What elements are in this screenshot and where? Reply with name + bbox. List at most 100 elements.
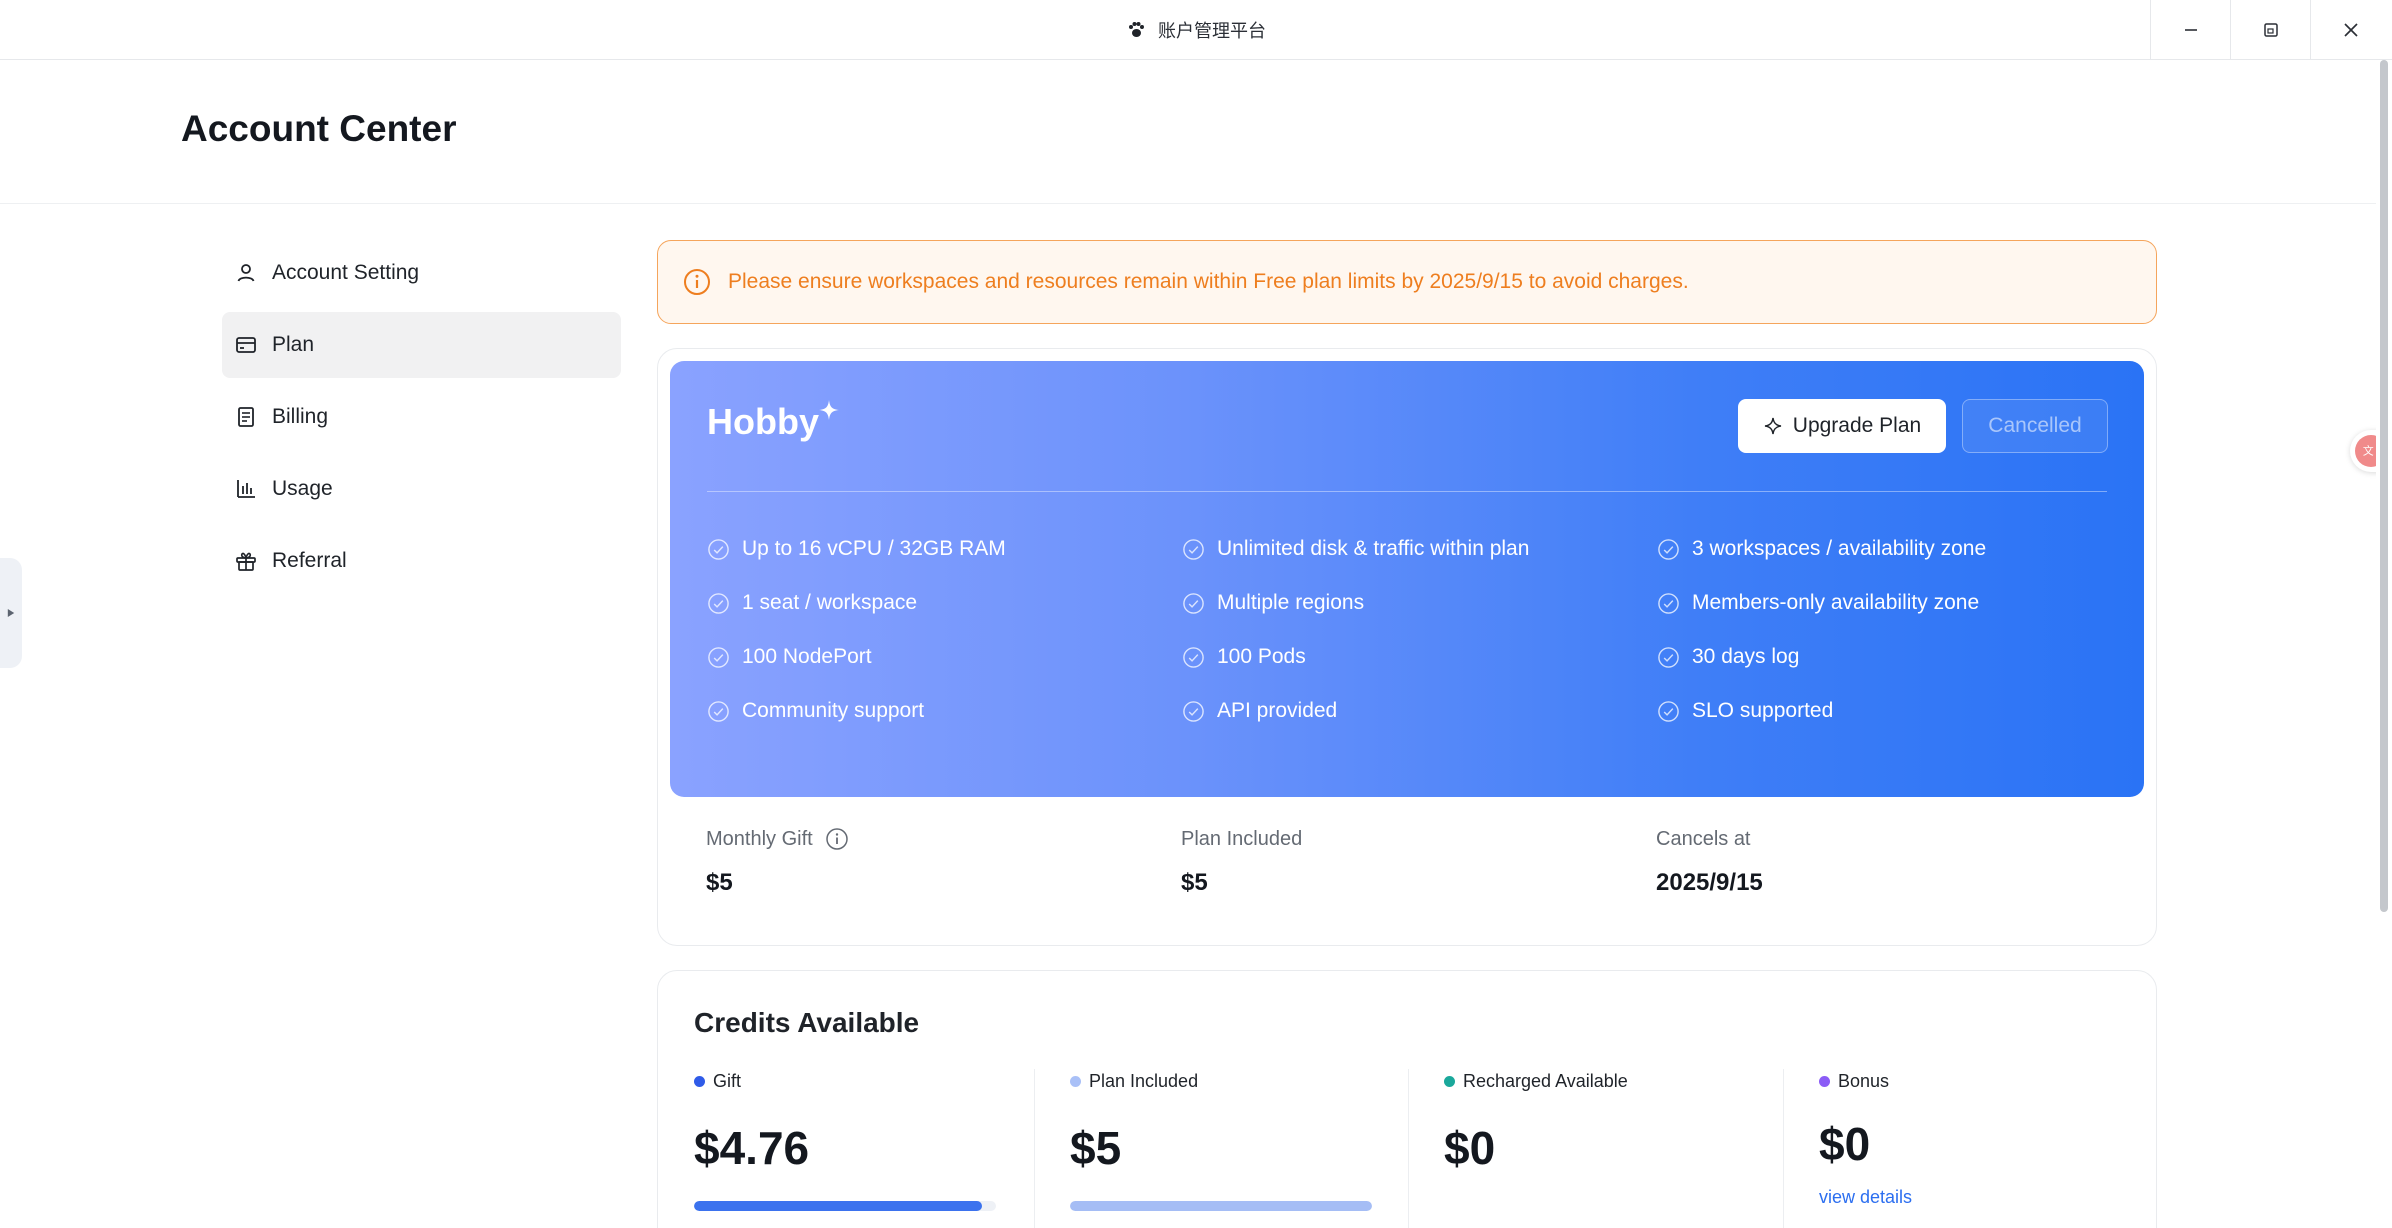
- sparkle-icon: [819, 400, 839, 420]
- feature-item: 3 workspaces / availability zone: [1657, 537, 2127, 561]
- plan-card: Hobby Upgrade Plan Cancelled Up to 16 vC…: [657, 348, 2157, 946]
- credit-plan-included: Plan Included $5: [1034, 1069, 1374, 1228]
- stat-label: Monthly Gift: [706, 827, 813, 850]
- minimize-icon: [2184, 29, 2197, 31]
- credit-bonus: Bonus $0 view details: [1783, 1069, 2123, 1228]
- feature-item: 30 days log: [1657, 645, 2127, 669]
- sidebar-item-label: Plan: [272, 333, 315, 356]
- sparkle-icon: [1764, 417, 1781, 435]
- info-icon[interactable]: [825, 827, 849, 851]
- stat-cancels-at: Cancels at 2025/9/15: [1656, 825, 2126, 897]
- legend-dot: [1444, 1075, 1455, 1087]
- svg-text:文: 文: [2363, 445, 2374, 458]
- paw-icon: [1126, 20, 1146, 40]
- credit-label: Recharged Available: [1463, 1070, 1628, 1091]
- sidebar-item-usage[interactable]: Usage: [222, 456, 621, 522]
- credit-label: Bonus: [1838, 1070, 1890, 1091]
- progress-bar: [694, 1201, 996, 1211]
- check-circle-icon: [708, 700, 729, 722]
- sidebar-item-account-setting[interactable]: Account Setting: [222, 240, 621, 306]
- upgrade-plan-button[interactable]: Upgrade Plan: [1738, 399, 1946, 453]
- sidebar-item-label: Usage: [272, 477, 333, 500]
- check-circle-icon: [1658, 646, 1679, 668]
- close-button[interactable]: [2310, 0, 2390, 60]
- progress-fill: [1070, 1201, 1372, 1211]
- sidebar-item-label: Account Setting: [272, 261, 420, 284]
- stat-label: Cancels at: [1656, 827, 1751, 850]
- feature-item: API provided: [1182, 699, 1657, 723]
- plan-features: Up to 16 vCPU / 32GB RAM Unlimited disk …: [707, 537, 2127, 723]
- credits-title: Credits Available: [694, 1007, 920, 1038]
- cancelled-button[interactable]: Cancelled: [1962, 399, 2108, 453]
- feature-item: 100 Pods: [1182, 645, 1657, 669]
- credits-card: Credits Available Gift $4.76 Plan Includ…: [657, 970, 2157, 1228]
- page-title: Account Center: [181, 108, 457, 149]
- info-circle-icon: [684, 269, 710, 295]
- minimize-button[interactable]: [2150, 0, 2230, 60]
- credit-amount: $5: [1070, 1122, 1122, 1174]
- plan-hero: Hobby Upgrade Plan Cancelled Up to 16 vC…: [670, 361, 2144, 797]
- feature-item: Members-only availability zone: [1657, 591, 2127, 615]
- legend-dot: [1070, 1075, 1081, 1087]
- credit-amount: $4.76: [694, 1122, 810, 1174]
- view-details-link[interactable]: view details: [1819, 1187, 1912, 1208]
- check-circle-icon: [708, 538, 729, 560]
- check-circle-icon: [1183, 538, 1204, 560]
- credit-amount: $0: [1444, 1122, 1496, 1174]
- legend-dot: [1819, 1075, 1830, 1087]
- upgrade-plan-label: Upgrade Plan: [1792, 414, 1922, 437]
- progress-bar: [1070, 1201, 1372, 1211]
- feature-item: SLO supported: [1657, 699, 2127, 723]
- credit-recharged: Recharged Available $0: [1408, 1069, 1748, 1228]
- close-icon: [2343, 23, 2358, 37]
- stat-value: 2025/9/15: [1656, 869, 1763, 896]
- scrollbar-thumb[interactable]: [2380, 60, 2388, 912]
- sidebar-expand-handle[interactable]: [0, 558, 22, 668]
- divider: [707, 491, 2107, 492]
- credit-label: Gift: [713, 1070, 742, 1091]
- window-title-area: 账户管理平台: [0, 0, 2392, 60]
- credit-amount: $0: [1819, 1118, 1871, 1170]
- check-circle-icon: [1658, 592, 1679, 614]
- sidebar-item-plan[interactable]: Plan: [222, 312, 621, 378]
- title-bar: 账户管理平台: [0, 0, 2392, 60]
- receipt-icon: [238, 407, 254, 427]
- feature-item: 100 NodePort: [707, 645, 1182, 669]
- check-circle-icon: [1183, 700, 1204, 722]
- feature-item: 1 seat / workspace: [707, 591, 1182, 615]
- sidebar-item-label: Billing: [272, 405, 329, 428]
- credit-gift: Gift $4.76: [694, 1069, 1034, 1228]
- warning-text: Please ensure workspaces and resources r…: [728, 270, 1689, 293]
- caret-right-icon: [7, 609, 15, 617]
- stat-value: $5: [1181, 869, 1208, 896]
- sidebar-nav: Account Setting Plan Billing Usage Refer…: [222, 240, 621, 600]
- credit-label: Plan Included: [1089, 1070, 1199, 1091]
- check-circle-icon: [708, 592, 729, 614]
- plan-name: Hobby: [707, 401, 819, 442]
- plan-stats: Monthly Gift $5 Plan Included $5 Cancels…: [706, 825, 2146, 897]
- feature-item: Multiple regions: [1182, 591, 1657, 615]
- sidebar-item-billing[interactable]: Billing: [222, 384, 621, 450]
- check-circle-icon: [708, 646, 729, 668]
- legend-dot: [694, 1075, 705, 1087]
- check-circle-icon: [1658, 700, 1679, 722]
- plan-limit-warning: Please ensure workspaces and resources r…: [657, 240, 2157, 324]
- restore-button[interactable]: [2230, 0, 2310, 60]
- feature-item: Up to 16 vCPU / 32GB RAM: [707, 537, 1182, 561]
- stat-monthly-gift: Monthly Gift $5: [706, 825, 1181, 897]
- check-circle-icon: [1183, 592, 1204, 614]
- scrollbar[interactable]: [2376, 60, 2392, 1228]
- stat-plan-included: Plan Included $5: [1181, 825, 1656, 897]
- stat-label: Plan Included: [1181, 827, 1303, 850]
- feature-item: Unlimited disk & traffic within plan: [1182, 537, 1657, 561]
- check-circle-icon: [1183, 646, 1204, 668]
- gift-icon: [236, 552, 256, 571]
- sidebar-item-referral[interactable]: Referral: [222, 528, 621, 594]
- bar-chart-icon: [237, 480, 255, 498]
- feature-item: Community support: [707, 699, 1182, 723]
- credit-card-icon: [236, 337, 256, 353]
- stat-value: $5: [706, 869, 733, 896]
- page-header: Account Center: [0, 60, 2392, 204]
- progress-fill: [694, 1201, 982, 1211]
- restore-icon: [2263, 23, 2278, 37]
